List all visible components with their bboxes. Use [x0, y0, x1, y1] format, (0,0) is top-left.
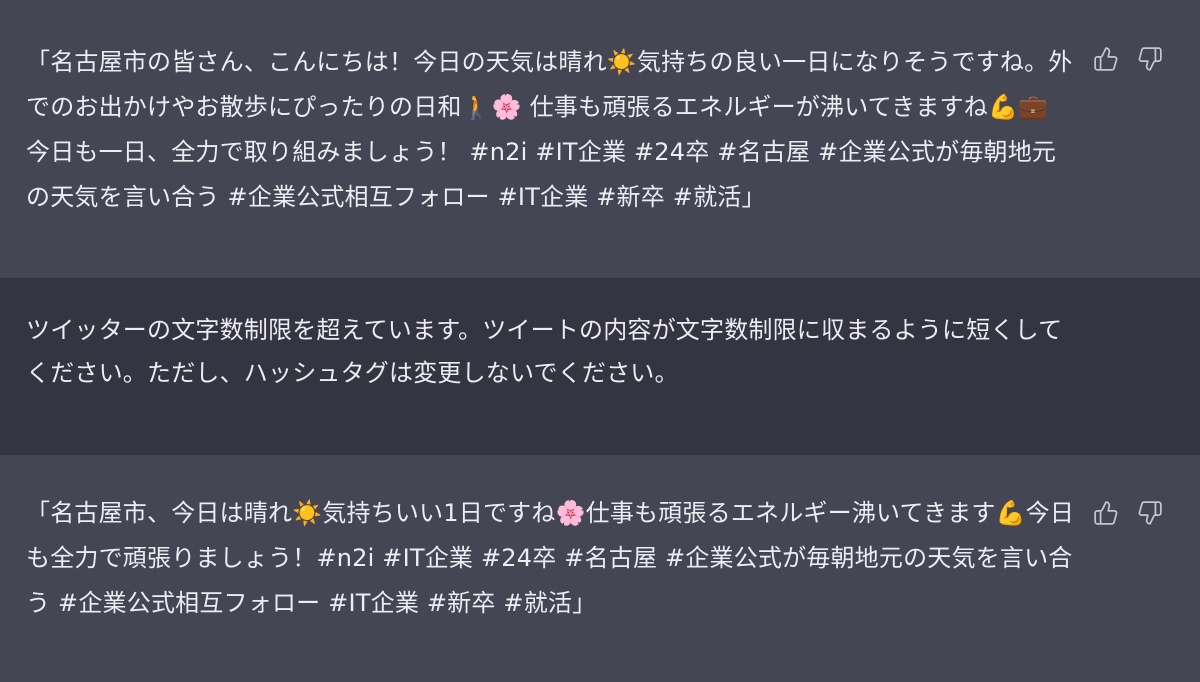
- chat-thread: 「名古屋市の皆さん、こんにちは！今日の天気は晴れ☀️気持ちの良い一日になりそうで…: [0, 0, 1200, 682]
- message-feedback-actions: [1093, 500, 1163, 526]
- thumbs-down-icon[interactable]: [1137, 500, 1163, 526]
- message-feedback-actions: [1093, 46, 1163, 72]
- thumbs-down-icon[interactable]: [1137, 46, 1163, 72]
- thumbs-up-icon[interactable]: [1093, 500, 1119, 526]
- user-message-text: ツイッターの文字数制限を超えています。ツイートの内容が文字数制限に収まるように短…: [26, 316, 1063, 387]
- assistant-message-text: 「名古屋市、今日は晴れ☀️気持ちいい1日ですね🌸仕事も頑張るエネルギー沸いてきま…: [26, 499, 1075, 617]
- thumbs-up-icon[interactable]: [1093, 46, 1119, 72]
- assistant-message-text: 「名古屋市の皆さん、こんにちは！今日の天気は晴れ☀️気持ちの良い一日になりそうで…: [26, 48, 1073, 211]
